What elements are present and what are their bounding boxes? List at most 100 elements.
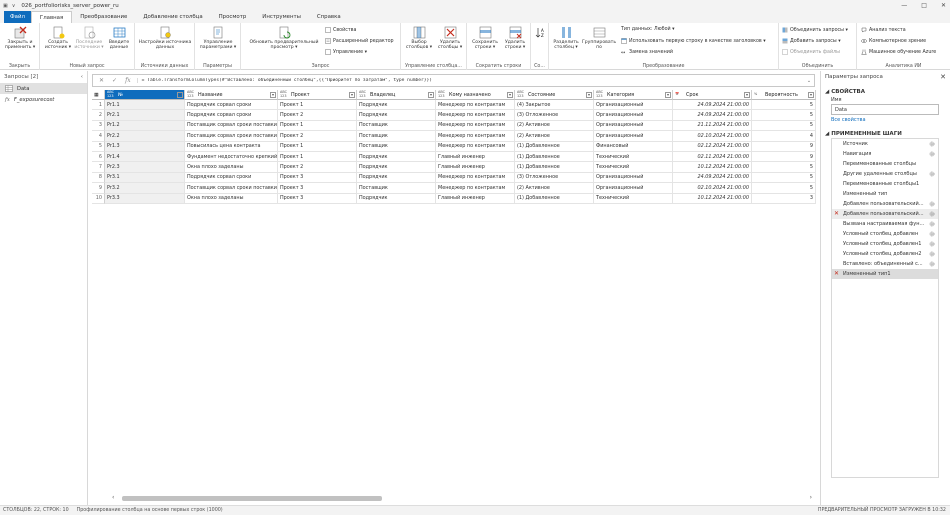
filter-dropdown-icon[interactable]: ▾ bbox=[177, 92, 183, 98]
applied-step[interactable]: Добавлен пользовательский... bbox=[832, 199, 938, 209]
table-cell[interactable]: 10.12.2024 21:00:00 bbox=[673, 162, 752, 173]
table-row[interactable]: 10 Pr3.3 Окна плохо заделаны Проект 3 Подряд… bbox=[92, 193, 816, 204]
table-cell[interactable]: Проект 3 bbox=[278, 193, 357, 204]
table-cell[interactable]: 24.09.2024 21:00:00 bbox=[673, 172, 752, 184]
status-profiling[interactable]: Профилирование столбца на основе первых … bbox=[77, 508, 223, 513]
gear-icon[interactable] bbox=[929, 241, 935, 247]
keep-rows-button[interactable]: Сохранить строки ▾ bbox=[470, 26, 500, 51]
table-cell[interactable]: (3) Отложенное bbox=[515, 172, 594, 184]
table-cell[interactable]: Организационный bbox=[594, 172, 673, 184]
table-cell[interactable]: Организационный bbox=[594, 120, 673, 132]
table-cell[interactable]: Подрядчик bbox=[357, 172, 436, 184]
table-cell[interactable]: Pr3.2 bbox=[105, 183, 185, 194]
table-cell[interactable]: Проект 1 bbox=[278, 141, 357, 152]
table-cell[interactable]: Проект 3 bbox=[278, 172, 357, 184]
table-cell[interactable]: Главный инженер bbox=[436, 162, 515, 173]
table-row[interactable]: 2 Pr2.1 Подрядчик сорвал сроки Проект 2 Подр… bbox=[92, 110, 816, 121]
data-type-dropdown[interactable]: Тип данных: Любой ▾ bbox=[621, 27, 675, 32]
table-row[interactable]: 4 Pr2.2 Поставщик сорвал сроки поставки Про… bbox=[92, 131, 816, 142]
table-cell[interactable]: Организационный bbox=[594, 131, 673, 142]
filter-dropdown-icon[interactable]: ▾ bbox=[428, 92, 434, 98]
table-cell[interactable]: Технический bbox=[594, 193, 673, 204]
table-cell[interactable]: Организационный bbox=[594, 110, 673, 121]
applied-step[interactable]: Навигация bbox=[832, 149, 938, 159]
table-cell[interactable]: Проект 2 bbox=[278, 131, 357, 142]
applied-step[interactable]: Условный столбец добавлен1 bbox=[832, 239, 938, 249]
table-cell[interactable]: Главный инженер bbox=[436, 152, 515, 163]
table-cell[interactable]: (3) Отложенное bbox=[515, 110, 594, 121]
table-cell[interactable]: Менеджер по контрактам bbox=[436, 120, 515, 132]
table-cell[interactable]: (2) Активное bbox=[515, 183, 594, 194]
table-cell[interactable]: Поставщик сорвал сроки поставки bbox=[185, 131, 278, 142]
table-cell[interactable]: Подрядчик сорвал сроки bbox=[185, 100, 278, 111]
filter-dropdown-icon[interactable]: ▾ bbox=[808, 92, 814, 98]
table-cell[interactable]: Проект 2 bbox=[278, 162, 357, 173]
column-header[interactable]: 📅 Срок ▾ bbox=[673, 90, 752, 100]
column-header[interactable]: ABC 123 Состояние ▾ bbox=[515, 90, 594, 100]
table-row[interactable]: 1 Pr1.1 Подрядчик сорвал сроки Проект 1 Подр… bbox=[92, 100, 816, 111]
gear-icon[interactable] bbox=[929, 141, 935, 147]
applied-step[interactable]: ✕ Добавлен пользовательский... bbox=[832, 209, 938, 219]
tab-help[interactable]: Справка bbox=[309, 11, 349, 23]
table-cell[interactable]: 3 bbox=[752, 193, 816, 204]
table-cell[interactable]: Проект 1 bbox=[278, 152, 357, 163]
table-row[interactable]: 3 Pr1.2 Поставщик сорвал сроки поставки Про… bbox=[92, 120, 816, 132]
table-cell[interactable]: 10.12.2024 21:00:00 bbox=[673, 193, 752, 204]
table-cell[interactable]: Менеджер по контрактам bbox=[436, 172, 515, 184]
column-header[interactable]: ABC 123 Проект ▾ bbox=[278, 90, 357, 100]
filter-dropdown-icon[interactable]: ▾ bbox=[586, 92, 592, 98]
gear-icon[interactable] bbox=[929, 201, 935, 207]
text-analytics-button[interactable]: Анализ текста bbox=[861, 27, 906, 33]
table-cell[interactable]: Поставщик bbox=[357, 131, 436, 142]
column-header[interactable]: ABC 123 Категория ▾ bbox=[594, 90, 673, 100]
column-header[interactable]: ABC 123 Название ▾ bbox=[185, 90, 278, 100]
applied-step[interactable]: ✕ Измененный тип1 bbox=[832, 269, 938, 279]
column-type-icon[interactable]: ABC 123 bbox=[280, 91, 288, 98]
table-cell[interactable]: Организационный bbox=[594, 183, 673, 194]
group-by-button[interactable]: Группировать по bbox=[581, 26, 617, 51]
table-cell[interactable]: Менеджер по контрактам bbox=[436, 110, 515, 121]
table-cell[interactable]: Фундамент недостаточно крепкий bbox=[185, 152, 278, 163]
collapse-pane-icon[interactable]: ‹ bbox=[81, 74, 83, 80]
query-item-data[interactable]: Data bbox=[0, 83, 87, 94]
table-cell[interactable]: 02.10.2024 21:00:00 bbox=[673, 131, 752, 142]
table-cell[interactable]: Pr3.3 bbox=[105, 193, 185, 204]
table-cell[interactable]: (2) Активное bbox=[515, 120, 594, 132]
table-cell[interactable]: Проект 1 bbox=[278, 100, 357, 111]
expand-formula-icon[interactable]: ⌄ bbox=[804, 78, 814, 84]
gear-icon[interactable] bbox=[929, 211, 935, 217]
applied-step[interactable]: Другие удаленные столбцы bbox=[832, 169, 938, 179]
applied-steps-section[interactable]: ◢ ПРИМЕНЕННЫЕ ШАГИ bbox=[821, 129, 950, 138]
gear-icon[interactable] bbox=[929, 221, 935, 227]
close-pane-icon[interactable]: ✕ bbox=[940, 73, 946, 81]
remove-columns-button[interactable]: Удалить столбцы ▾ bbox=[435, 26, 465, 51]
gear-icon[interactable] bbox=[929, 261, 935, 267]
table-cell[interactable]: Финансовый bbox=[594, 141, 673, 152]
tab-file[interactable]: Файл bbox=[4, 11, 31, 23]
tab-transform[interactable]: Преобразование bbox=[72, 11, 135, 23]
delete-step-icon[interactable]: ✕ bbox=[834, 210, 839, 217]
replace-values-button[interactable]: ↔ Замена значений bbox=[621, 49, 673, 56]
formula-text[interactable]: = Table.TransformColumnTypes(#"Вставлено… bbox=[136, 78, 804, 83]
tab-tools[interactable]: Инструменты bbox=[254, 11, 309, 23]
gear-icon[interactable] bbox=[929, 231, 935, 237]
table-menu-icon[interactable]: ▦ bbox=[92, 90, 105, 100]
table-cell[interactable]: Pr1.4 bbox=[105, 152, 185, 163]
recent-sources-button[interactable]: Последние источники ▾ bbox=[74, 26, 104, 51]
manage-parameters-button[interactable]: Управление параметрами ▾ bbox=[197, 26, 239, 51]
table-cell[interactable]: Проект 1 bbox=[278, 120, 357, 132]
table-cell[interactable]: (4) Закрытое bbox=[515, 100, 594, 111]
table-cell[interactable]: Технический bbox=[594, 162, 673, 173]
enter-data-button[interactable]: Введите данные bbox=[106, 26, 132, 51]
manage-button[interactable]: Управление ▾ bbox=[325, 49, 367, 55]
applied-step[interactable]: Условный столбец добавлен bbox=[832, 229, 938, 239]
table-cell[interactable]: Менеджер по контрактам bbox=[436, 131, 515, 142]
close-button[interactable]: ✕ bbox=[941, 2, 946, 9]
minimize-button[interactable]: — bbox=[901, 2, 907, 9]
tab-add-column[interactable]: Добавление столбца bbox=[135, 11, 210, 23]
tab-home[interactable]: Главная bbox=[30, 11, 73, 23]
column-type-icon[interactable]: ABC 123 bbox=[359, 91, 367, 98]
table-cell[interactable]: Технический bbox=[594, 152, 673, 163]
append-queries-button[interactable]: Добавить запросы ▾ bbox=[782, 38, 841, 44]
table-cell[interactable]: 02.12.2024 21:00:00 bbox=[673, 141, 752, 152]
